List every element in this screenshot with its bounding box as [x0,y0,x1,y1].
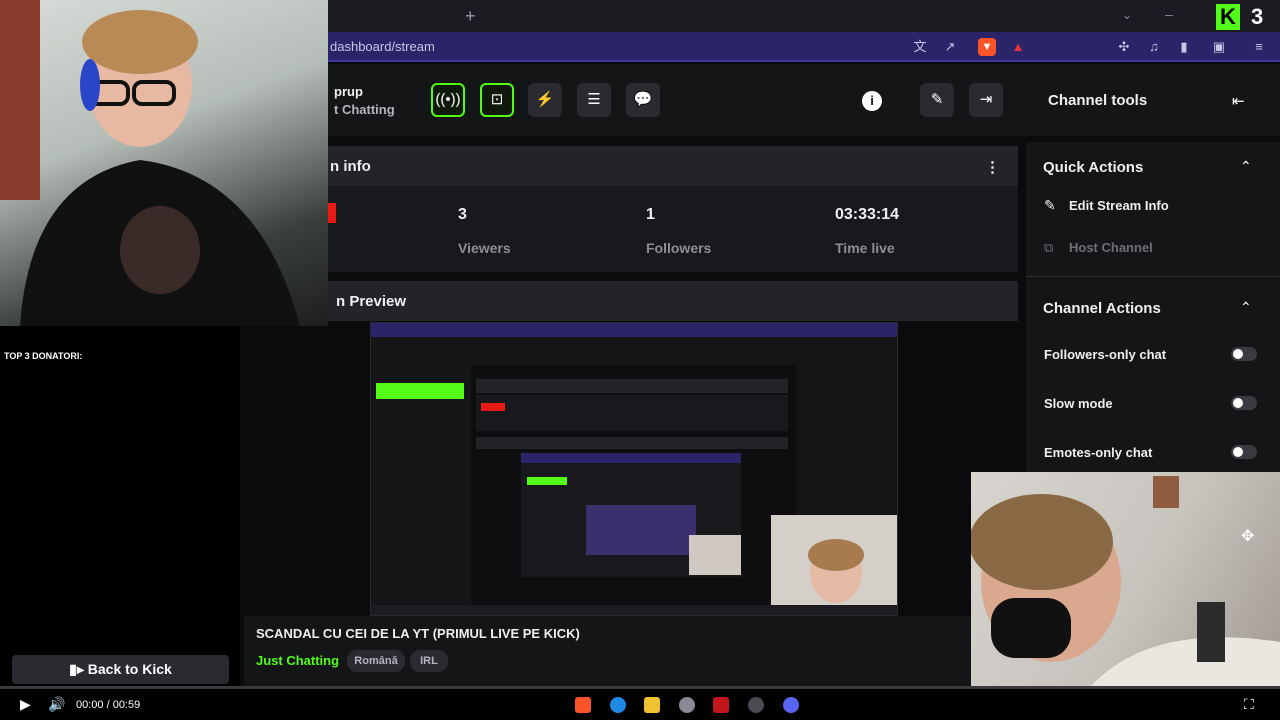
chevron-up-icon[interactable]: ⌃ [1240,299,1252,316]
volume-icon[interactable]: 🔊 [48,696,65,713]
slow-mode-toggle[interactable] [1231,396,1257,410]
followers-label: Followers [646,240,712,256]
pencil-icon[interactable]: ✎ [920,83,954,117]
chat-icon[interactable]: 💬 [626,83,660,117]
slow-mode-label: Slow mode [1044,396,1113,411]
url-text[interactable]: dashboard/stream [330,39,435,54]
fullscreen-icon[interactable]: ⛶ [1244,696,1254,713]
time-live-value: 03:33:14 [835,206,900,223]
followers-only-toggle[interactable] [1231,347,1257,361]
edit-stream-info-button[interactable]: Edit Stream Info [1069,198,1169,213]
followers-value: 1 [646,206,655,223]
tag-romana[interactable]: Română [347,650,405,672]
top-donors-label: TOP 3 DONATORI: [4,351,83,361]
document-icon[interactable]: ☰ [577,83,611,117]
exit-icon[interactable]: ⇥ [969,83,1003,117]
stream-preview-title: n Preview [336,293,407,310]
music-icon[interactable]: ♫ [1145,38,1163,56]
session-stats [328,186,1018,272]
webcam-overlay-secondary [971,472,1280,686]
channel-actions-title: Channel Actions [1043,300,1161,317]
exit-icon: ▮▸ [69,661,88,677]
tab-count: 3 [1251,4,1264,29]
channel-category: t Chatting [334,102,395,117]
streamer-photo [0,0,300,326]
stream-preview-header [328,281,1018,321]
emotes-only-toggle[interactable] [1231,445,1257,459]
host-icon: ⧉ [1044,240,1054,255]
quick-actions-title: Quick Actions [1043,159,1144,176]
brave-icon[interactable] [575,697,591,713]
live-badge [328,203,336,223]
menu-icon[interactable]: ≡ [1250,38,1268,56]
minimize-icon[interactable]: – [1165,6,1173,22]
channel-name: prup [334,84,363,99]
obs-icon[interactable] [748,697,764,713]
extensions-icon[interactable]: ✣ [1115,38,1133,56]
webcam-overlay [0,0,328,326]
overlay-panel [0,326,240,686]
tag-irl[interactable]: IRL [410,650,448,672]
time-display: 00:00 / 00:59 [76,699,141,711]
sidebar-icon[interactable]: ▮ [1175,38,1193,56]
brave-rewards-icon[interactable]: ▲ [1009,38,1027,56]
chevron-down-icon[interactable]: ⌄ [1122,8,1132,22]
lightning-icon[interactable]: ⚡ [528,83,562,117]
discord-icon[interactable] [783,697,799,713]
edge-icon[interactable] [610,697,626,713]
video-player-controls [0,686,1280,720]
channel-tools-title: Channel tools [1048,92,1148,109]
time-live-label: Time live [835,240,895,256]
back-to-kick-label: Back to Kick [87,661,172,677]
app-icon[interactable] [713,697,729,713]
divider [1026,276,1280,277]
stream-title: SCANDAL CU CEI DE LA YT (PRIMUL LIVE PE … [256,626,580,641]
collapse-panel-icon[interactable]: ⇤ [1232,92,1245,110]
session-info-title: n info [330,158,371,175]
kick-logo: K [1216,4,1240,30]
viewers-value: 3 [458,206,467,223]
chevron-up-icon[interactable]: ⌃ [1240,158,1252,175]
back-to-kick-button[interactable]: ▮▸ Back to Kick [12,655,229,684]
progress-bar[interactable] [0,686,1280,689]
share-icon[interactable]: ↗ [941,38,959,56]
translate-icon[interactable]: 文 [911,38,929,56]
info-icon[interactable]: i [862,91,882,111]
kebab-menu-icon[interactable]: ⋮ [985,158,1000,176]
pencil-icon: ✎ [1044,197,1056,213]
session-info-header [328,146,1018,186]
new-tab-button[interactable]: + [465,6,476,27]
broadcast-icon[interactable]: ((•)) [431,83,465,117]
wallet-icon[interactable]: ▣ [1210,38,1228,56]
stream-preview-video [370,322,898,616]
followers-only-chat-label: Followers-only chat [1044,347,1167,362]
brave-shield-icon[interactable]: ▼ [978,38,996,56]
folder-icon[interactable] [644,697,660,713]
stream-category-link[interactable]: Just Chatting [256,653,339,668]
capture-icon[interactable]: ⊡ [480,83,514,117]
emotes-only-chat-label: Emotes-only chat [1044,445,1153,460]
play-icon[interactable]: ▶ [20,696,31,713]
nested-preview-graphic [371,323,897,615]
settings-icon[interactable] [679,697,695,713]
cursor-icon: ✥ [1241,528,1255,545]
viewers-label: Viewers [458,240,511,256]
streamer-photo-secondary [971,476,1280,686]
host-channel-button[interactable]: Host Channel [1069,240,1153,255]
